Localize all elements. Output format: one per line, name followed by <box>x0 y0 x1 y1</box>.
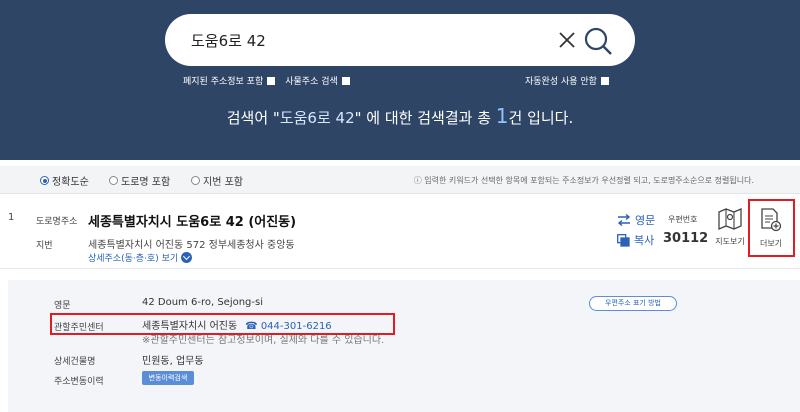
checkbox-thing-addr[interactable] <box>341 76 350 85</box>
detail-building-label: 상세건물명 <box>54 357 96 367</box>
summary-prefix: 검색어 " <box>226 109 280 127</box>
option-abolished[interactable]: 폐지된 주소정보 포함 <box>183 74 276 87</box>
road-address: 세종특별자치시 도움6로 42 (어진동) <box>88 215 297 230</box>
chevron-down-icon <box>181 252 193 263</box>
search-input[interactable] <box>191 27 531 53</box>
search-icon[interactable] <box>582 25 614 57</box>
copy-icon <box>617 233 630 247</box>
search-options-right: 자동완성 사용 안함 <box>525 74 619 87</box>
search-box <box>165 14 635 66</box>
filter-accuracy-label: 정확도순 <box>52 177 89 188</box>
option-abolished-label: 폐지된 주소정보 포함 <box>183 77 264 87</box>
detail-address-link[interactable]: 상세주소(동·층·호) 보기 <box>88 251 193 264</box>
filter-accuracy[interactable]: 정확도순 <box>40 173 89 188</box>
filter-road-label: 도로명 포함 <box>121 177 171 188</box>
map-icon <box>718 208 742 230</box>
road-address-label: 도로명주소 <box>36 217 78 227</box>
jibun-address-label: 지번 <box>36 241 53 251</box>
jibun-address: 세종특별자치시 어진동 572 정부세종청사 중앙동 <box>88 240 295 251</box>
copy-label: 복사 <box>634 234 655 247</box>
search-options-left: 폐지된 주소정보 포함 사물주소 검색 <box>183 74 360 87</box>
summary-suffix: 건 입니다. <box>508 109 574 127</box>
filter-notice: ⓘ 입력한 키워드가 선택한 항목에 포함되는 주소정보가 우선정렬 되고, 도… <box>413 176 754 185</box>
summary-middle: " 에 대한 검색결과 총 <box>354 109 496 127</box>
english-address-label: 영문 <box>635 214 656 227</box>
option-autocomplete-label: 자동완성 사용 안함 <box>525 77 597 87</box>
map-view-button[interactable]: 지도보기 <box>710 208 750 247</box>
radio-accuracy[interactable] <box>40 176 49 185</box>
filter-bar: 정확도순 도로명 포함 지번 포함 ⓘ 입력한 키워드가 선택한 항목에 포함되… <box>0 166 800 194</box>
detail-panel <box>8 280 800 412</box>
result-summary: 검색어 "도움6로 42" 에 대한 검색결과 총 1건 입니다. <box>0 104 800 128</box>
highlight-box-more <box>748 199 795 257</box>
zip-code-label: 우편번호 <box>668 215 698 224</box>
filter-jibun[interactable]: 지번 포함 <box>191 173 243 188</box>
zip-method-button[interactable]: 우편주소 표기 방법 <box>589 296 677 311</box>
radio-road[interactable] <box>109 176 118 185</box>
copy-button[interactable]: 복사 <box>617 232 654 248</box>
filter-road[interactable]: 도로명 포함 <box>109 173 170 188</box>
map-view-label: 지도보기 <box>715 237 745 246</box>
option-thing-addr[interactable]: 사물주소 검색 <box>285 74 350 87</box>
filter-jibun-label: 지번 포함 <box>203 177 243 188</box>
highlight-box-center <box>50 313 395 335</box>
clear-icon[interactable] <box>557 30 577 50</box>
detail-building-value: 민원동, 업무동 <box>142 356 204 367</box>
option-autocomplete[interactable]: 자동완성 사용 안함 <box>525 74 609 87</box>
divider <box>0 268 800 269</box>
detail-history-label: 주소변동이력 <box>54 377 104 387</box>
detail-english-value: 42 Doum 6-ro, Sejong-si <box>142 297 263 308</box>
detail-address-link-label: 상세주소(동·층·호) 보기 <box>88 254 179 264</box>
checkbox-autocomplete[interactable] <box>600 76 609 85</box>
summary-keyword: 도움6로 42 <box>279 109 355 127</box>
option-thing-addr-label: 사물주소 검색 <box>285 77 338 87</box>
zip-code: 30112 <box>663 231 709 246</box>
english-address-button[interactable]: 영문 <box>617 212 655 228</box>
checkbox-abolished[interactable] <box>267 76 276 85</box>
detail-english-label: 영문 <box>54 301 71 311</box>
result-index: 1 <box>8 212 15 223</box>
search-hero: 폐지된 주소정보 포함 사물주소 검색 자동완성 사용 안함 검색어 "도움6로… <box>0 0 800 160</box>
swap-arrows-icon <box>617 214 631 226</box>
radio-jibun[interactable] <box>191 176 200 185</box>
summary-count: 1 <box>495 104 509 128</box>
history-search-button[interactable]: 변동이력검색 <box>142 371 194 385</box>
